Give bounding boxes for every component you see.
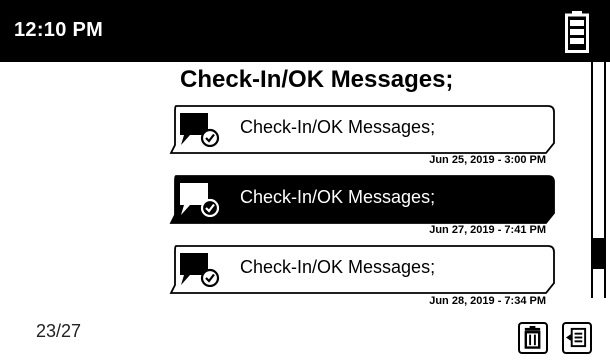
delete-button[interactable]: [518, 322, 548, 354]
message-title: Check-In/OK Messages;: [240, 257, 436, 277]
status-time: 12:10 PM: [14, 19, 104, 41]
scrollbar-thumb[interactable]: [593, 238, 604, 269]
status-bar: 12:10 PM: [0, 0, 610, 62]
list-menu-icon: [565, 327, 587, 348]
message-date: Jun 25, 2019 - 3:00 PM: [429, 154, 546, 166]
message-date: Jun 28, 2019 - 7:34 PM: [429, 295, 546, 307]
message-title: Check-In/OK Messages;: [240, 117, 436, 137]
scrollbar[interactable]: [591, 62, 606, 298]
message-item[interactable]: Check-In/OK Messages;: [169, 245, 555, 295]
message-check-icon: [180, 113, 220, 147]
message-check-icon: [180, 183, 220, 217]
menu-button[interactable]: [562, 322, 592, 354]
message-date: Jun 27, 2019 - 7:41 PM: [429, 224, 546, 236]
trash-icon: [524, 326, 541, 349]
page-title: Check-In/OK Messages;: [180, 66, 454, 93]
page-counter: 23/27: [36, 321, 82, 341]
message-item[interactable]: Check-In/OK Messages;: [169, 175, 555, 225]
battery-full-icon: [565, 11, 589, 53]
message-item[interactable]: Check-In/OK Messages;: [169, 105, 555, 155]
message-title: Check-In/OK Messages;: [240, 187, 436, 207]
message-check-icon: [180, 253, 220, 287]
